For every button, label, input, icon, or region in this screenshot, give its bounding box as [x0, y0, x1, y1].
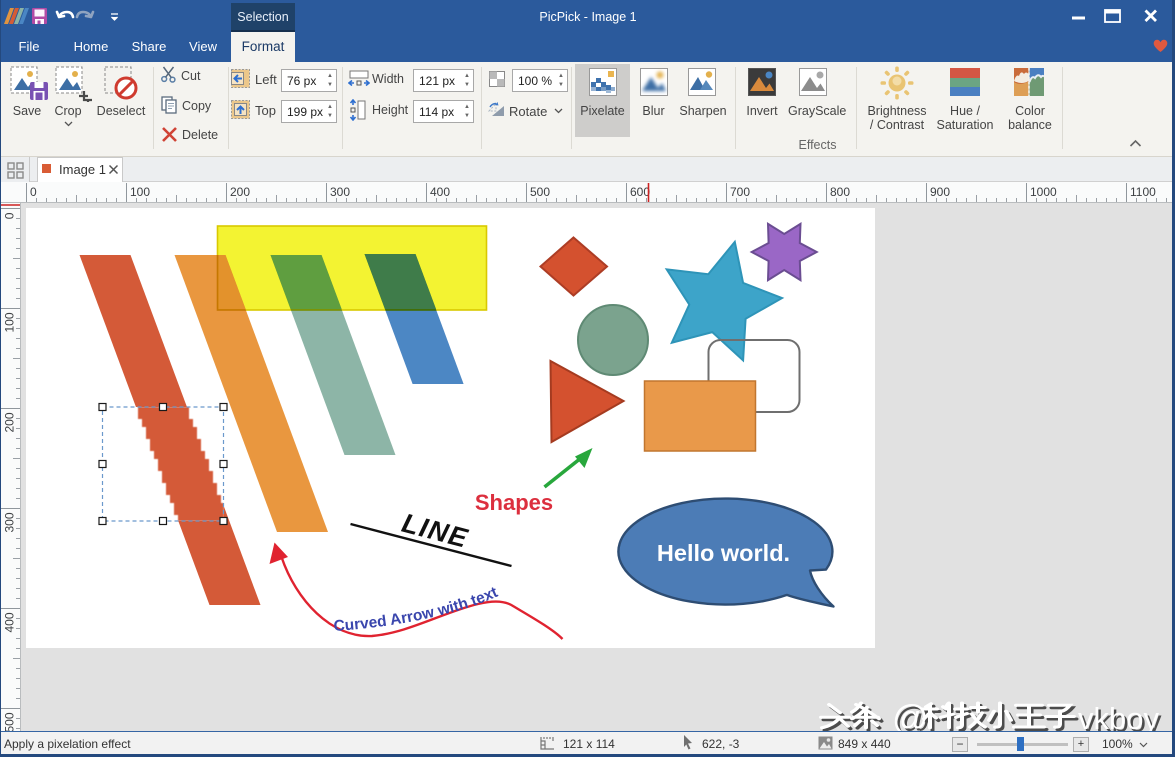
svg-text:600: 600 [630, 185, 650, 199]
svg-text:Hello world.: Hello world. [657, 540, 790, 566]
svg-text:1000: 1000 [1030, 185, 1057, 199]
svg-text:400: 400 [3, 612, 17, 632]
svg-text:800: 800 [830, 185, 850, 199]
svg-text:Curved Arrow with text: Curved Arrow with text [333, 584, 500, 635]
svg-text:0: 0 [3, 212, 17, 219]
svg-text:1100: 1100 [1130, 185, 1156, 199]
svg-text:200: 200 [230, 185, 250, 199]
svg-text:300: 300 [3, 512, 17, 532]
svg-text:0: 0 [30, 185, 37, 199]
svg-text:Shapes: Shapes [475, 490, 553, 515]
svg-text:300: 300 [330, 185, 350, 199]
svg-text:400: 400 [430, 185, 450, 199]
svg-text:100: 100 [130, 185, 150, 199]
svg-text:100: 100 [3, 312, 17, 332]
svg-text:500: 500 [530, 185, 550, 199]
svg-text:900: 900 [930, 185, 950, 199]
svg-text:500: 500 [3, 712, 17, 731]
svg-text:700: 700 [730, 185, 750, 199]
svg-text:200: 200 [3, 412, 17, 432]
